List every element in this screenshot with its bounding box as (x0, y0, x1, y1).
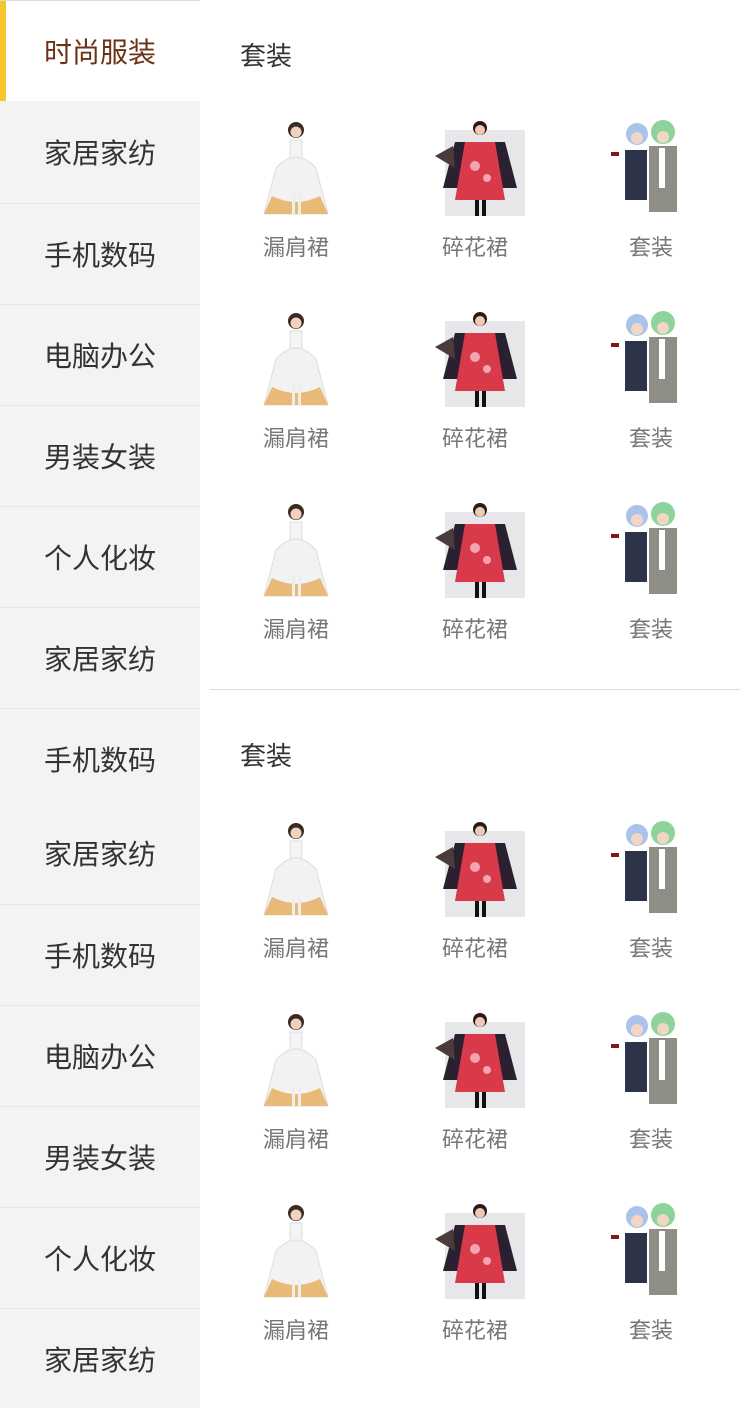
floral-kimono-photo-icon (425, 817, 525, 917)
school-uniform-photo-icon (601, 1199, 701, 1299)
sidebar-item-label: 电脑办公 (43, 1040, 156, 1074)
white-dress-photo-icon (246, 498, 346, 598)
floral-kimono-photo-icon (425, 1008, 525, 1108)
product-card[interactable]: 漏肩裙 (236, 498, 356, 644)
product-card[interactable]: 漏肩裙 (236, 817, 356, 963)
product-name: 漏肩裙 (262, 1319, 329, 1344)
sidebar-item-home-textile[interactable]: 家居家纺 (0, 102, 200, 202)
school-uniform-photo-icon (601, 307, 701, 407)
product-card[interactable]: 漏肩裙 (236, 1008, 356, 1154)
sidebar-item-label: 家居家纺 (43, 1343, 156, 1377)
product-name: 套装 (628, 1319, 673, 1344)
sidebar-item-home-textile[interactable]: 家居家纺 (0, 1308, 200, 1408)
school-uniform-photo-icon (601, 116, 701, 216)
product-name: 漏肩裙 (262, 1128, 329, 1153)
product-name: 漏肩裙 (262, 618, 329, 643)
product-card[interactable]: 套装 (591, 498, 711, 644)
school-uniform-photo-icon (601, 817, 701, 917)
sidebar-item-computer-office[interactable]: 电脑办公 (0, 1005, 200, 1105)
product-name: 套装 (628, 937, 673, 962)
category-sidebar: 时尚服装 家居家纺 手机数码 电脑办公 男装女装 个人化妆 家居家纺 手机数码 … (0, 1, 200, 1408)
product-card[interactable]: 碎花裙 (415, 498, 535, 644)
product-name: 套装 (628, 618, 673, 643)
product-name: 碎花裙 (441, 236, 508, 261)
section-title: 套装 (240, 42, 293, 72)
floral-kimono-photo-icon (425, 116, 525, 216)
product-name: 碎花裙 (441, 937, 508, 962)
floral-kimono-photo-icon (425, 498, 525, 598)
sidebar-item-home-textile[interactable]: 家居家纺 (0, 607, 200, 707)
product-card[interactable]: 漏肩裙 (236, 116, 356, 262)
sidebar-item-label: 手机数码 (43, 939, 156, 973)
product-name: 碎花裙 (441, 1128, 508, 1153)
sidebar-item-phone-digital[interactable]: 手机数码 (0, 708, 200, 808)
sidebar-item-label: 男装女装 (43, 440, 156, 474)
sidebar-item-personal-makeup[interactable]: 个人化妆 (0, 1207, 200, 1307)
section-divider (210, 689, 740, 690)
product-card[interactable]: 漏肩裙 (236, 307, 356, 453)
school-uniform-photo-icon (601, 498, 701, 598)
sidebar-item-label: 家居家纺 (43, 642, 156, 676)
sidebar-item-label: 电脑办公 (43, 339, 156, 373)
sidebar-item-home-textile[interactable]: 家居家纺 (0, 803, 200, 903)
section-title: 套装 (240, 742, 293, 772)
product-card[interactable]: 漏肩裙 (236, 1199, 356, 1345)
product-card[interactable]: 碎花裙 (415, 307, 535, 453)
product-name: 碎花裙 (441, 618, 508, 643)
sidebar-item-personal-makeup[interactable]: 个人化妆 (0, 506, 200, 606)
product-name: 漏肩裙 (262, 937, 329, 962)
sidebar-item-phone-digital[interactable]: 手机数码 (0, 904, 200, 1004)
floral-kimono-photo-icon (425, 1199, 525, 1299)
sidebar-item-fashion[interactable]: 时尚服装 (0, 1, 200, 101)
sidebar-item-label: 手机数码 (43, 743, 156, 777)
white-dress-photo-icon (246, 1008, 346, 1108)
product-name: 碎花裙 (441, 427, 508, 452)
product-card[interactable]: 碎花裙 (415, 1008, 535, 1154)
sidebar-item-menswear-womenswear[interactable]: 男装女装 (0, 405, 200, 505)
product-card[interactable]: 碎花裙 (415, 1199, 535, 1345)
white-dress-photo-icon (246, 1199, 346, 1299)
sidebar-item-menswear-womenswear[interactable]: 男装女装 (0, 1106, 200, 1206)
floral-kimono-photo-icon (425, 307, 525, 407)
product-name: 套装 (628, 236, 673, 261)
white-dress-photo-icon (246, 817, 346, 917)
product-name: 漏肩裙 (262, 236, 329, 261)
product-name: 漏肩裙 (262, 427, 329, 452)
product-card[interactable]: 套装 (591, 307, 711, 453)
product-name: 套装 (628, 1128, 673, 1153)
school-uniform-photo-icon (601, 1008, 701, 1108)
sidebar-item-label: 手机数码 (43, 238, 156, 272)
product-content: 套装 漏肩裙 碎花裙 套装 漏肩裙 碎花裙 套装 漏肩裙 碎花裙 套装 套装 漏… (200, 0, 750, 1392)
product-card[interactable]: 套装 (591, 116, 711, 262)
sidebar-item-label: 时尚服装 (43, 36, 156, 69)
white-dress-photo-icon (246, 116, 346, 216)
product-card[interactable]: 碎花裙 (415, 116, 535, 262)
sidebar-item-computer-office[interactable]: 电脑办公 (0, 304, 200, 404)
sidebar-item-label: 个人化妆 (43, 1242, 156, 1276)
sidebar-item-label: 家居家纺 (43, 137, 156, 170)
product-card[interactable]: 套装 (591, 1008, 711, 1154)
sidebar-item-label: 个人化妆 (43, 541, 156, 575)
product-card[interactable]: 套装 (591, 817, 711, 963)
sidebar-item-label: 男装女装 (43, 1141, 156, 1175)
product-name: 碎花裙 (441, 1319, 508, 1344)
sidebar-item-label: 家居家纺 (43, 838, 156, 871)
white-dress-photo-icon (246, 307, 346, 407)
product-name: 套装 (628, 427, 673, 452)
sidebar-item-phone-digital[interactable]: 手机数码 (0, 203, 200, 303)
product-card[interactable]: 碎花裙 (415, 817, 535, 963)
product-card[interactable]: 套装 (591, 1199, 711, 1345)
